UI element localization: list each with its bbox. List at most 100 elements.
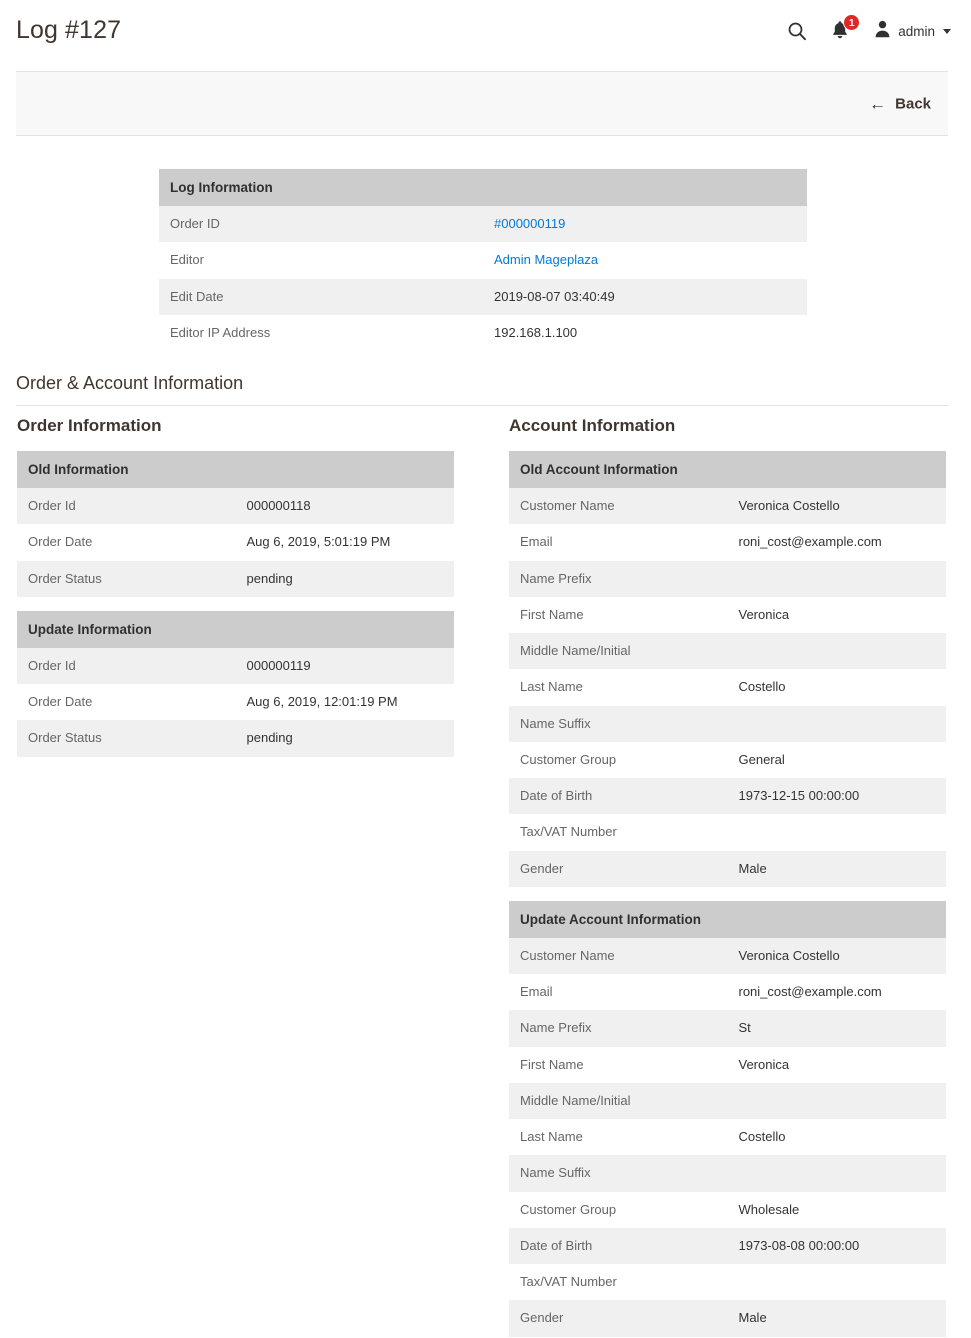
row-value: Veronica: [727, 596, 946, 633]
table-header-row: Update Account Information: [509, 900, 946, 938]
admin-menu[interactable]: admin: [864, 20, 957, 43]
table-row: Order Date Aug 6, 2019, 5:01:19 PM: [17, 524, 454, 561]
search-button[interactable]: [776, 14, 818, 48]
row-value[interactable]: Admin Mageplaza: [483, 242, 807, 279]
table-row: Gender Male: [509, 1300, 946, 1337]
table-row: Editor Admin Mageplaza: [159, 242, 807, 279]
row-value: [727, 705, 946, 742]
table-row: Edit Date 2019-08-07 03:40:49: [159, 278, 807, 315]
row-label: Customer Group: [509, 741, 728, 778]
row-label: Order Date: [17, 684, 236, 721]
table-row: Name Suffix: [509, 1155, 946, 1192]
notification-count-badge: 1: [843, 14, 861, 31]
row-label: Name Prefix: [509, 1010, 728, 1047]
table-row: Middle Name/Initial: [509, 1082, 946, 1119]
row-value[interactable]: #000000119: [483, 206, 807, 243]
old-information-table: Old Information Order Id 000000118 Order D…: [17, 451, 454, 597]
row-label: Last Name: [509, 669, 728, 706]
log-information-panel: Log Information Order ID #000000119 Editor…: [159, 169, 807, 351]
table-row: Date of Birth 1973-08-08 00:00:00: [509, 1227, 946, 1264]
row-value: General: [727, 741, 946, 778]
row-label: Order Id: [17, 647, 236, 684]
row-value: 192.168.1.100: [483, 314, 807, 351]
row-value: 000000119: [235, 647, 454, 684]
bell-icon: 1: [829, 14, 861, 43]
row-label: Name Suffix: [509, 705, 728, 742]
old-account-information-title: Old Account Information: [509, 451, 946, 488]
page-actions-bar: ← Back: [16, 71, 948, 136]
row-value: Veronica: [727, 1046, 946, 1083]
row-label: Tax/VAT Number: [509, 814, 728, 851]
log-information-table: Log Information Order ID #000000119 Editor…: [159, 169, 807, 351]
update-information-body: Order Id 000000119 Order Date Aug 6, 2019, …: [17, 647, 454, 757]
row-value: [727, 1155, 946, 1192]
table-row: Name Suffix: [509, 705, 946, 742]
row-label: Order Status: [17, 720, 236, 757]
back-button[interactable]: ← Back: [865, 91, 935, 116]
table-row: Name Prefix St: [509, 1010, 946, 1047]
row-label: Order ID: [159, 206, 483, 243]
row-value: Aug 6, 2019, 5:01:19 PM: [235, 524, 454, 561]
table-row: Order ID #000000119: [159, 206, 807, 243]
table-row: Customer Group General: [509, 741, 946, 778]
order-information-column: Order Information Old Information Order …: [17, 416, 454, 757]
table-row: Gender Male: [509, 850, 946, 887]
arrow-left-icon: ←: [869, 94, 887, 113]
table-row: Customer Name Veronica Costello: [509, 937, 946, 974]
search-icon: [787, 21, 807, 41]
old-information-body: Order Id 000000118 Order Date Aug 6, 2019, …: [17, 488, 454, 597]
row-label: Edit Date: [159, 278, 483, 315]
table-header-row: Old Account Information: [509, 451, 946, 488]
chevron-down-icon: [943, 28, 951, 34]
row-label: Editor IP Address: [159, 314, 483, 351]
row-value: Aug 6, 2019, 12:01:19 PM: [235, 684, 454, 721]
row-value-link[interactable]: #000000119: [494, 216, 565, 231]
row-label: Email: [509, 974, 728, 1011]
table-header-row: Log Information: [159, 169, 807, 206]
update-account-information-title: Update Account Information: [509, 900, 946, 938]
old-account-information-body: Customer Name Veronica Costello Email roni_…: [509, 488, 946, 887]
log-information-body: Order ID #000000119 Editor Admin Mageplaza E…: [159, 206, 807, 351]
row-label: Gender: [509, 850, 728, 887]
table-header-row: Old Information: [17, 451, 454, 488]
row-value: 1973-12-15 00:00:00: [727, 778, 946, 815]
row-label: Tax/VAT Number: [509, 1264, 728, 1301]
row-label: Name Suffix: [509, 1155, 728, 1192]
row-label: Customer Name: [509, 488, 728, 525]
table-row: Tax/VAT Number: [509, 1264, 946, 1301]
row-value: Male: [727, 850, 946, 887]
log-information-title: Log Information: [159, 169, 807, 206]
row-label: Name Prefix: [509, 560, 728, 597]
table-row: Email roni_cost@example.com: [509, 974, 946, 1011]
row-label: Order Date: [17, 524, 236, 561]
row-value: 000000118: [235, 488, 454, 525]
row-label: Middle Name/Initial: [509, 633, 728, 670]
row-value: [727, 560, 946, 597]
row-label: Email: [509, 524, 728, 561]
table-row: Customer Group Wholesale: [509, 1191, 946, 1228]
table-row: Order Status pending: [17, 720, 454, 757]
table-row: First Name Veronica: [509, 1046, 946, 1083]
header-actions: 1 admin: [776, 14, 957, 48]
admin-user-name: admin: [898, 23, 935, 39]
row-label: Order Status: [17, 560, 236, 597]
notifications-button[interactable]: 1: [818, 14, 864, 48]
row-value-link[interactable]: Admin Mageplaza: [494, 252, 598, 267]
row-label: First Name: [509, 596, 728, 633]
row-value: [727, 1264, 946, 1301]
row-label: Date of Birth: [509, 1227, 728, 1264]
table-row: Name Prefix: [509, 560, 946, 597]
table-row: Email roni_cost@example.com: [509, 524, 946, 561]
row-label: Middle Name/Initial: [509, 1082, 728, 1119]
table-row: First Name Veronica: [509, 596, 946, 633]
row-value: St: [727, 1010, 946, 1047]
page-header: Log #127 1 admin: [0, 0, 971, 66]
table-row: Order Date Aug 6, 2019, 12:01:19 PM: [17, 684, 454, 721]
row-value: [727, 1082, 946, 1119]
row-value: [727, 633, 946, 670]
order-information-title: Order Information: [17, 416, 162, 435]
table-row: Middle Name/Initial: [509, 633, 946, 670]
row-value: Wholesale: [727, 1191, 946, 1228]
account-information-title: Account Information: [509, 416, 676, 435]
